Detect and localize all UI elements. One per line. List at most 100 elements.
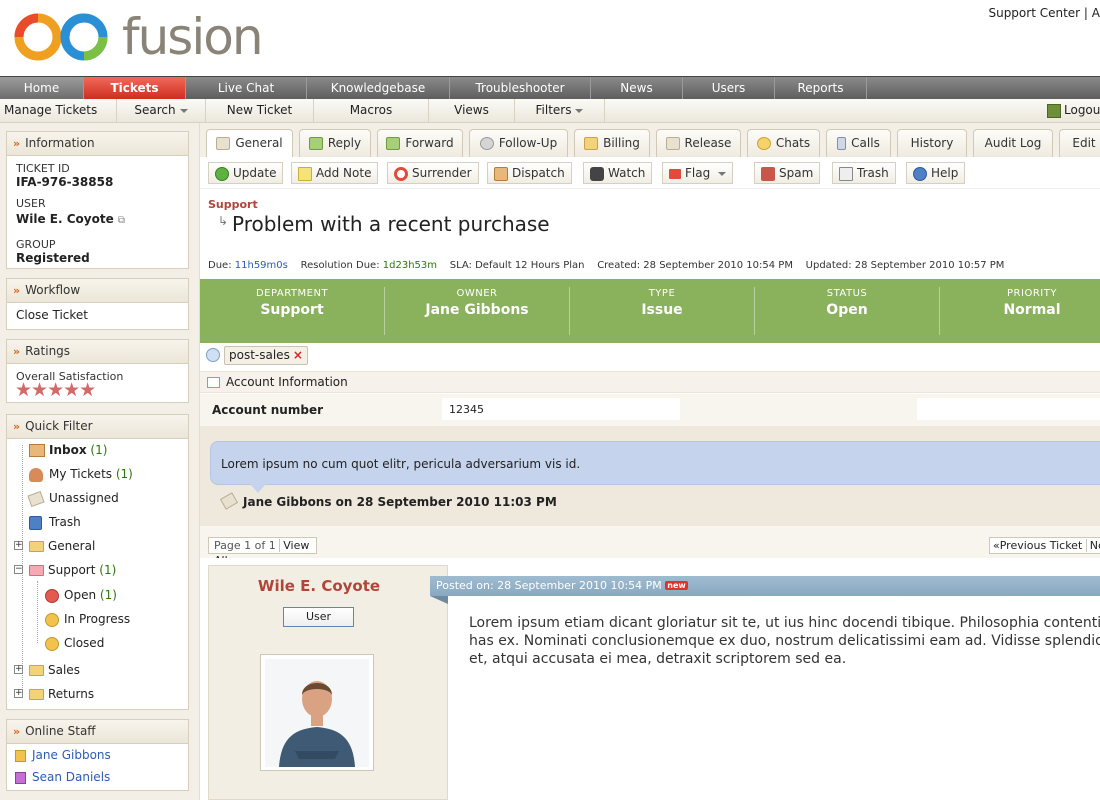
subnav-new-ticket[interactable]: New Ticket	[206, 99, 314, 122]
general-label: General	[48, 539, 96, 553]
flag-button[interactable]: Flag	[662, 162, 734, 184]
account-section-header[interactable]: Account Information	[200, 371, 1100, 393]
subnav-manage-tickets[interactable]: Manage Tickets	[0, 99, 117, 122]
status-label: STATUS	[826, 288, 868, 299]
pager-nav: «Previous Ticket Nex	[989, 537, 1100, 554]
priority-value: Normal	[1003, 302, 1061, 318]
nav-reports[interactable]: Reports	[775, 77, 867, 99]
group-value: Registered	[16, 251, 90, 265]
note-icon	[298, 166, 312, 181]
star-rating[interactable]: ★★★★★	[15, 379, 96, 401]
nav-news[interactable]: News	[591, 77, 683, 99]
filter-sales[interactable]: Sales	[29, 659, 80, 681]
filter-open[interactable]: Open (1)	[45, 584, 117, 606]
tab-edit[interactable]: Edit	[1059, 129, 1100, 157]
priority-property[interactable]: PRIORITY Normal	[940, 279, 1100, 343]
remove-tag-icon[interactable]: ×	[293, 348, 303, 362]
filter-unassigned[interactable]: Unassigned	[27, 487, 119, 509]
status-property[interactable]: STATUS Open	[755, 279, 939, 343]
avatar	[260, 654, 374, 771]
tab-forward[interactable]: Forward	[377, 129, 463, 157]
owner-property[interactable]: OWNER Jane Gibbons	[385, 279, 569, 343]
workflow-header[interactable]: » Workflow	[7, 279, 188, 303]
tab-calls[interactable]: Calls	[826, 129, 891, 157]
nav-tickets[interactable]: Tickets	[84, 77, 186, 99]
filter-my-tickets[interactable]: My Tickets (1)	[29, 463, 133, 485]
filter-trash[interactable]: Trash	[29, 511, 81, 533]
tab-general[interactable]: General	[206, 129, 293, 158]
filter-in-progress[interactable]: In Progress	[45, 608, 130, 630]
avatar-photo	[265, 659, 369, 767]
close-ticket-link[interactable]: Close Ticket	[16, 308, 88, 322]
department-breadcrumb[interactable]: Support	[208, 198, 258, 211]
nav-troubleshooter[interactable]: Troubleshooter	[450, 77, 591, 99]
filter-closed[interactable]: Closed	[45, 632, 104, 654]
subnav-filters[interactable]: Filters	[515, 99, 605, 122]
ratings-header[interactable]: » Ratings	[7, 340, 188, 364]
update-button[interactable]: Update	[208, 162, 284, 184]
dispatch-button[interactable]: Dispatch	[487, 162, 572, 184]
department-property[interactable]: DEPARTMENT Support	[200, 279, 384, 343]
online-staff-title: Online Staff	[25, 724, 96, 738]
tab-reply[interactable]: Reply	[299, 129, 371, 157]
workflow-title: Workflow	[25, 283, 81, 297]
help-button[interactable]: Help	[906, 162, 966, 184]
previous-ticket-link[interactable]: «Previous Ticket	[993, 539, 1082, 552]
folder-icon	[29, 665, 44, 676]
tab-follow-up[interactable]: Follow-Up	[469, 129, 568, 157]
chevron-down-icon	[179, 108, 188, 113]
tab-history[interactable]: History	[897, 129, 967, 157]
subnav-views[interactable]: Views	[429, 99, 515, 122]
expand-general-icon[interactable]: +	[14, 541, 23, 550]
information-header[interactable]: » Information	[7, 132, 188, 156]
nav-home[interactable]: Home	[0, 77, 84, 99]
watch-button[interactable]: Watch	[583, 162, 653, 184]
filter-support[interactable]: Support (1)	[29, 559, 116, 581]
filter-returns[interactable]: Returns	[29, 683, 94, 705]
tab-chats[interactable]: Chats	[747, 129, 820, 157]
spam-button[interactable]: Spam	[754, 162, 821, 184]
trash-button[interactable]: Trash	[832, 162, 896, 184]
add-note-button[interactable]: Add Note	[291, 162, 379, 184]
spam-icon	[761, 166, 775, 181]
filter-inbox[interactable]: Inbox (1)	[29, 439, 107, 461]
expand-returns-icon[interactable]: +	[14, 689, 23, 698]
tab-release[interactable]: Release	[656, 129, 741, 157]
surrender-button[interactable]: Surrender	[387, 162, 479, 184]
nav-users[interactable]: Users	[683, 77, 775, 99]
double-chevron-icon: »	[13, 137, 21, 150]
top-links[interactable]: Support Center | A	[988, 6, 1100, 20]
subnav-macros[interactable]: Macros	[314, 99, 429, 122]
staff-jane[interactable]: Jane Gibbons	[15, 748, 111, 762]
binoculars-icon	[590, 166, 604, 181]
inbox-count: (1)	[90, 443, 108, 457]
tree-line	[37, 581, 38, 643]
staff-sean[interactable]: Sean Daniels	[15, 770, 110, 784]
chevron-down-icon	[718, 171, 727, 176]
subnav-search[interactable]: Search	[117, 99, 206, 122]
next-ticket-link[interactable]: Nex	[1085, 539, 1100, 552]
collapse-support-icon[interactable]: −	[14, 565, 23, 574]
in-progress-label: In Progress	[64, 612, 131, 626]
nav-live-chat[interactable]: Live Chat	[186, 77, 307, 99]
surrender-label: Surrender	[412, 166, 472, 180]
tab-billing[interactable]: Billing	[574, 129, 650, 157]
logout-link[interactable]: Logou	[1047, 103, 1100, 118]
expand-sales-icon[interactable]: +	[14, 665, 23, 674]
filter-general[interactable]: General	[29, 535, 95, 557]
tab-forward-label: Forward	[405, 136, 454, 150]
account-number-field[interactable]: 12345	[442, 398, 680, 420]
tab-general-label: General	[235, 136, 283, 150]
user-value[interactable]: Wile E. Coyote ⧉	[16, 212, 125, 226]
online-staff-header[interactable]: » Online Staff	[7, 720, 188, 744]
nav-knowledgebase[interactable]: Knowledgebase	[307, 77, 450, 99]
tag-icon[interactable]	[206, 348, 220, 362]
status-in-progress-icon	[45, 612, 59, 627]
sales-label: Sales	[48, 663, 80, 677]
tab-audit-log[interactable]: Audit Log	[973, 129, 1053, 157]
type-property[interactable]: TYPE Issue	[570, 279, 754, 343]
account-extra-field[interactable]	[917, 398, 1100, 420]
quick-filter-header[interactable]: » Quick Filter	[7, 415, 188, 439]
new-badge: new	[665, 581, 688, 590]
post-author-name[interactable]: Wile E. Coyote	[209, 577, 429, 595]
